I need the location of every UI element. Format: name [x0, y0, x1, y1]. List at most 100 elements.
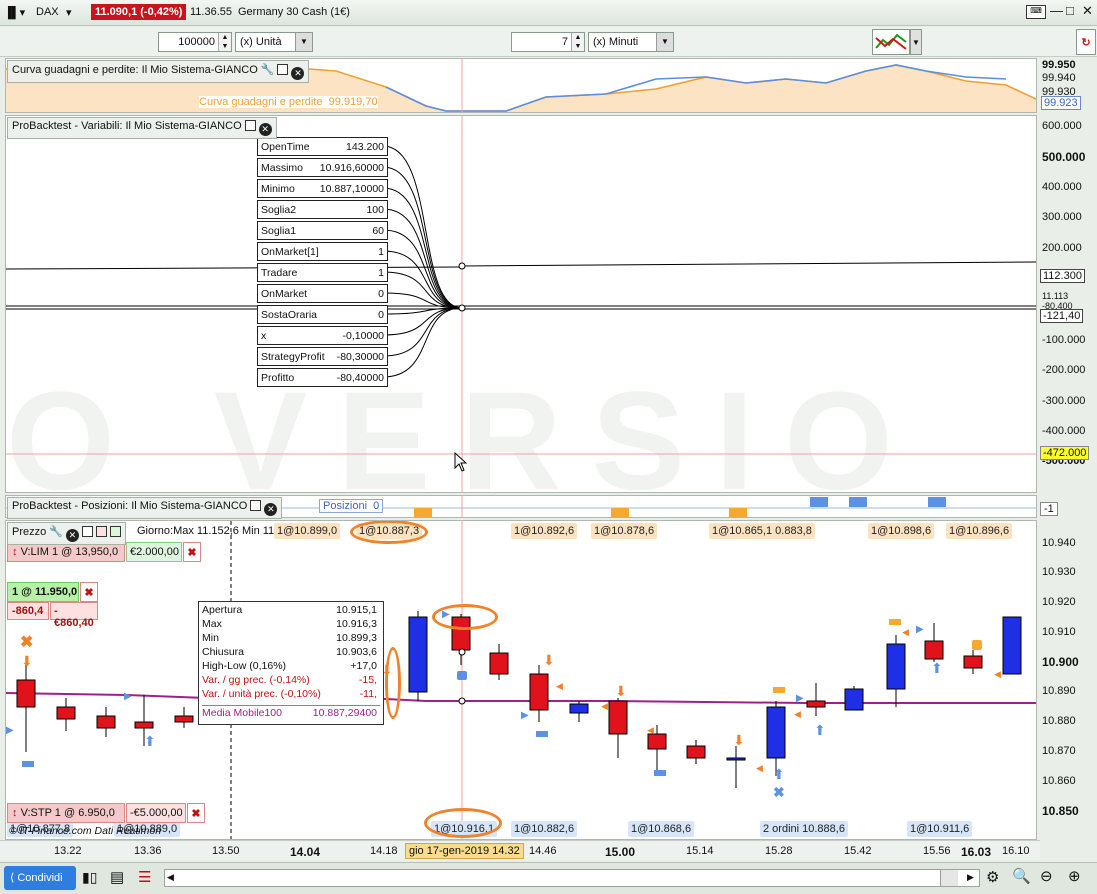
chevron-down-icon[interactable]: ▼	[295, 33, 312, 51]
candle-body[interactable]	[489, 652, 509, 675]
trade-tag[interactable]: 1@10.865,1 0.883,8	[709, 523, 815, 539]
candle-body[interactable]	[844, 688, 864, 711]
candles-icon[interactable]: ▮▯	[82, 869, 97, 886]
svg-text:▶: ▶	[521, 710, 529, 721]
trade-tag[interactable]: 1@10.899,0	[274, 523, 341, 539]
trade-tag[interactable]: 1@10.882,6	[511, 821, 578, 837]
stop-order[interactable]: ↕ V:STP 1 @ 6.950,0	[7, 803, 125, 823]
wrench-icon[interactable]: 🔧	[261, 64, 275, 76]
refresh-icon[interactable]: ↻	[1076, 29, 1096, 55]
window-icon[interactable]	[81, 526, 93, 537]
minimize-button[interactable]: —	[1050, 3, 1063, 18]
zoom-out-icon[interactable]: ⊖	[1040, 867, 1053, 885]
info-key: Var. / unità prec. (-0,10%)	[202, 688, 321, 700]
zoom-in-icon[interactable]: ⊕	[1068, 867, 1081, 885]
candle-body[interactable]	[16, 679, 36, 708]
candle-body[interactable]	[686, 745, 706, 759]
scroll-thumb[interactable]	[940, 870, 958, 886]
time-scrollbar[interactable]: ◀ ▶	[164, 869, 980, 887]
svg-text:▶: ▶	[916, 624, 924, 635]
close-panel-icon[interactable]: ✕	[291, 67, 305, 80]
svg-text:◀: ◀	[601, 701, 608, 711]
position-pnl: -€860,40	[50, 602, 98, 629]
trade-tag[interactable]: 1@10.868,6	[628, 821, 695, 837]
positions-panel-title: ProBacktest - Posizioni: Il Mio Sistema-…	[7, 497, 283, 519]
trade-tag[interactable]: 1@10.892,6	[511, 523, 578, 539]
variable-box: Tradare 1	[257, 263, 388, 282]
stepper-arrows[interactable]: ▲ ▼	[218, 33, 231, 51]
time-label: 15.42	[844, 845, 872, 857]
close-button[interactable]: ✕	[1082, 3, 1093, 19]
variables-panel-title: ProBacktest - Variabili: Il Mio Sistema-…	[7, 117, 277, 139]
variable-connector	[382, 229, 463, 309]
highlight-oval	[385, 647, 401, 719]
close-position-icon[interactable]: ✖	[80, 582, 98, 602]
price-title-text: Prezzo	[12, 526, 47, 538]
close-panel-icon[interactable]: ✕	[264, 503, 278, 516]
quantity-unit-select[interactable]: (x) Unità ▼	[235, 32, 313, 52]
trade-tag[interactable]: 1@10.898,6	[868, 523, 935, 539]
candle-body[interactable]	[96, 715, 116, 729]
candle-body[interactable]	[134, 721, 154, 729]
svg-text:▶: ▶	[124, 691, 132, 702]
share-button[interactable]: ⟨ Condividi	[4, 866, 76, 890]
time-label: 16.10	[1002, 845, 1030, 857]
info-key: Min	[202, 632, 219, 644]
keyboard-icon[interactable]: ⌨	[1026, 5, 1046, 19]
cancel-stop-icon[interactable]: ✖	[187, 803, 205, 823]
period-stepper[interactable]: 7 ▲ ▼	[511, 32, 585, 52]
variables-panel: O VERSIO ProBacktest - Variabili: Il Mio…	[5, 115, 1037, 493]
close-panel-icon[interactable]: ✕	[258, 123, 272, 136]
cancel-limit-icon[interactable]: ✖	[183, 542, 201, 562]
maximize-button[interactable]: □	[1066, 3, 1074, 18]
settings-icon[interactable]: ⚙	[986, 868, 999, 886]
chevron-down-icon[interactable]: ▼	[910, 29, 922, 55]
indicators-icon[interactable]	[872, 29, 910, 55]
title-bar: ▐▌▾ DAX ▾ 11.090,1 (-0,42%) 11.36.55 Ger…	[0, 0, 1097, 26]
tick-label: -400.000	[1042, 425, 1086, 437]
candle-body[interactable]	[1002, 616, 1022, 675]
orders-icon[interactable]: ☰	[138, 868, 151, 886]
order-move-icon[interactable]: ↕	[12, 546, 18, 558]
limit-order[interactable]: ↕ V:LIM 1 @ 13,950,0	[7, 542, 125, 562]
candle-body[interactable]	[174, 715, 194, 723]
candle-body[interactable]	[608, 700, 628, 735]
window-icon[interactable]	[277, 64, 289, 75]
order-move-icon[interactable]: ↕	[12, 807, 18, 819]
candle-body[interactable]	[886, 643, 906, 690]
candle-body[interactable]	[647, 733, 667, 750]
share-icon: ⟨	[10, 872, 15, 884]
candle-body[interactable]	[569, 703, 589, 714]
trade-tag[interactable]: 1@10.896,6	[946, 523, 1013, 539]
chevron-down-icon[interactable]: ▼	[656, 33, 673, 51]
period-value: 7	[561, 36, 568, 48]
candle-body[interactable]	[408, 616, 428, 693]
trade-tag[interactable]: 1@10.911,6	[907, 821, 973, 837]
document-icon[interactable]: ▤	[110, 868, 124, 886]
candle-body[interactable]	[924, 640, 944, 660]
window-icon[interactable]	[244, 120, 256, 131]
quantity-stepper[interactable]: 100000 ▲ ▼	[158, 32, 232, 52]
candle-body[interactable]	[963, 655, 983, 669]
scroll-left-icon[interactable]: ◀	[167, 872, 174, 883]
close-panel-icon[interactable]: ✕	[65, 529, 79, 542]
instrument-dropdown-icon[interactable]: ▾	[66, 6, 72, 19]
period-unit-select[interactable]: (x) Minuti ▼	[588, 32, 674, 52]
trade-tag[interactable]: 1@10.878,6	[591, 523, 658, 539]
candle-body[interactable]	[726, 757, 746, 761]
scroll-right-icon[interactable]: ▶	[967, 872, 974, 883]
stepper-arrows[interactable]: ▲ ▼	[571, 33, 584, 51]
candle-body[interactable]	[806, 700, 826, 708]
candle-body[interactable]	[56, 706, 76, 720]
buy-icon[interactable]	[109, 526, 121, 537]
wrench-icon[interactable]: 🔧	[49, 526, 63, 538]
zoom-fit-icon[interactable]: 🔍	[1012, 867, 1031, 885]
window-icon[interactable]	[250, 500, 262, 511]
position-label[interactable]: 1 @ 11.950,0	[7, 582, 79, 602]
chart-type-icon[interactable]: ▐▌▾	[4, 6, 25, 19]
sell-icon[interactable]	[95, 526, 107, 537]
positions-legend: Posizioni 0	[319, 499, 384, 513]
trade-tag[interactable]: 2 ordini 10.888,6	[760, 821, 848, 837]
candle-body[interactable]	[766, 706, 786, 759]
candle-body[interactable]	[529, 673, 549, 711]
